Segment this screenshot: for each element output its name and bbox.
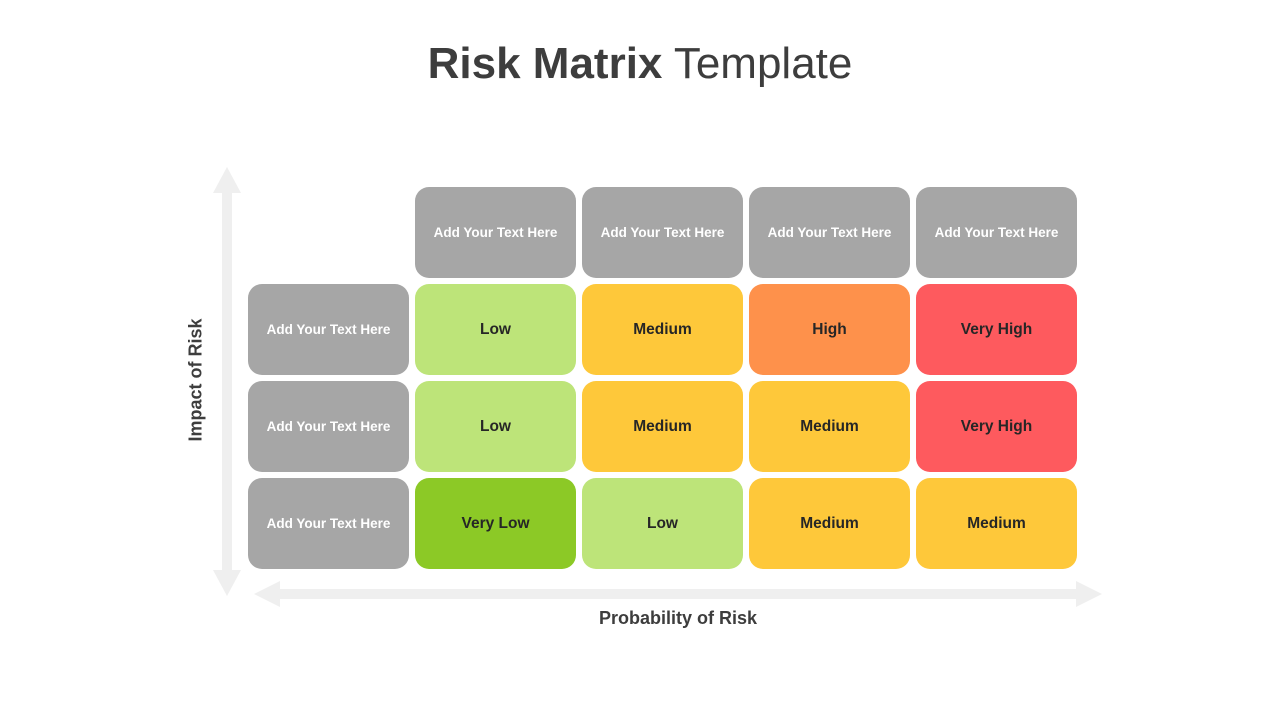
x-axis-line bbox=[278, 589, 1078, 599]
column-header-label: Add Your Text Here bbox=[433, 225, 558, 240]
risk-cell-medium-label: Medium bbox=[800, 417, 859, 435]
risk-cell-high: High bbox=[749, 284, 910, 375]
risk-cell-low-label: Low bbox=[647, 514, 678, 532]
x-axis-arrow-left-icon bbox=[254, 581, 280, 607]
risk-cell-medium-label: Medium bbox=[800, 514, 859, 532]
risk-cell-high-label: High bbox=[812, 320, 847, 338]
column-header: Add Your Text Here bbox=[749, 187, 910, 278]
risk-cell-very-low-label: Very Low bbox=[461, 514, 530, 532]
risk-cell-very-high: Very High bbox=[916, 284, 1077, 375]
column-header: Add Your Text Here bbox=[582, 187, 743, 278]
column-header-label: Add Your Text Here bbox=[767, 225, 892, 240]
risk-cell-low-label: Low bbox=[480, 320, 511, 338]
risk-cell-low: Low bbox=[582, 478, 743, 569]
row-header-label: Add Your Text Here bbox=[266, 419, 391, 434]
risk-cell-medium: Medium bbox=[749, 381, 910, 472]
row-header: Add Your Text Here bbox=[248, 284, 409, 375]
y-axis-line bbox=[222, 190, 232, 570]
row-header-label: Add Your Text Here bbox=[266, 322, 391, 337]
column-header-label: Add Your Text Here bbox=[600, 225, 725, 240]
risk-cell-low-label: Low bbox=[480, 417, 511, 435]
risk-cell-very-high-label: Very High bbox=[960, 417, 1033, 435]
risk-cell-medium: Medium bbox=[916, 478, 1077, 569]
y-axis-arrow-down-icon bbox=[213, 570, 241, 596]
risk-cell-medium: Medium bbox=[749, 478, 910, 569]
row-header: Add Your Text Here bbox=[248, 381, 409, 472]
row-header: Add Your Text Here bbox=[248, 478, 409, 569]
x-axis-label: Probability of Risk bbox=[598, 608, 758, 628]
title-light: Template bbox=[673, 39, 853, 88]
column-header: Add Your Text Here bbox=[415, 187, 576, 278]
risk-cell-low: Low bbox=[415, 284, 576, 375]
risk-cell-medium: Medium bbox=[582, 381, 743, 472]
title-bold: Risk Matrix bbox=[427, 39, 663, 88]
x-axis-arrow-right-icon bbox=[1076, 581, 1102, 607]
page-title: Risk Matrix Template bbox=[0, 38, 1280, 90]
risk-cell-very-low: Very Low bbox=[415, 478, 576, 569]
risk-cell-medium-label: Medium bbox=[633, 417, 692, 435]
risk-cell-medium: Medium bbox=[582, 284, 743, 375]
risk-cell-medium-label: Medium bbox=[967, 514, 1026, 532]
column-header-label: Add Your Text Here bbox=[934, 225, 1059, 240]
y-axis-arrow-up-icon bbox=[213, 167, 241, 193]
row-header-label: Add Your Text Here bbox=[266, 516, 391, 531]
risk-cell-medium-label: Medium bbox=[633, 320, 692, 338]
column-header: Add Your Text Here bbox=[916, 187, 1077, 278]
y-axis-label: Impact of Risk bbox=[185, 318, 206, 442]
risk-cell-very-high-label: Very High bbox=[960, 320, 1033, 338]
risk-cell-very-high: Very High bbox=[916, 381, 1077, 472]
risk-cell-low: Low bbox=[415, 381, 576, 472]
